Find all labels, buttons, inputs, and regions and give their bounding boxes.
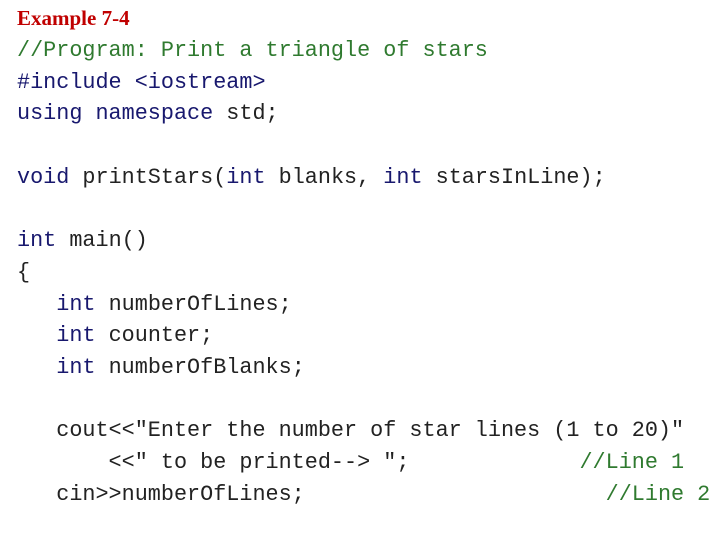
code-keyword: #include <iostream> <box>17 69 266 95</box>
code-text: numberOfLines; <box>108 291 292 317</box>
code-line: int numberOfBlanks; <box>17 352 710 384</box>
code-text: numberOfBlanks; <box>108 354 305 380</box>
code-text: blanks, <box>278 164 384 190</box>
code-line: int numberOfLines; <box>17 289 710 321</box>
code-keyword: int <box>56 354 109 380</box>
code-comment: //Program: Print a triangle of stars <box>17 38 488 63</box>
code-keyword: int <box>56 323 109 349</box>
code-listing: //Program: Print a triangle of stars #inc… <box>17 35 710 510</box>
code-keyword: void <box>17 164 83 190</box>
code-line: cout<<"Enter the number of star lines (1… <box>17 415 710 447</box>
code-line: #include <iostream> <box>17 67 710 99</box>
example-title: Example 7-4 <box>17 6 130 30</box>
code-comment: //Line 2 <box>605 481 711 507</box>
code-keyword: using namespace <box>17 101 227 127</box>
code-line: { <box>17 257 710 289</box>
code-line: void printStars(int blanks, int starsInL… <box>17 162 710 194</box>
code-line: //Program: Print a triangle of stars <box>17 35 710 67</box>
code-text: starsInLine); <box>435 164 606 190</box>
code-text: cin>>numberOfLines; <box>17 481 606 507</box>
code-keyword: int <box>56 291 109 317</box>
code-comment: //Line 1 <box>579 449 685 475</box>
code-keyword: int <box>383 164 436 190</box>
code-line: int main() <box>17 225 710 257</box>
code-line: using namespace std; <box>17 98 710 130</box>
code-text: <<" to be printed--> "; <box>17 449 580 475</box>
code-text: { <box>17 259 31 285</box>
code-text: printStars( <box>82 164 227 190</box>
code-keyword: int <box>17 228 70 254</box>
code-line: int counter; <box>17 320 710 352</box>
code-keyword: int <box>226 164 279 190</box>
code-line: cin>>numberOfLines; //Line 2 <box>17 479 710 511</box>
code-text: main() <box>69 228 148 254</box>
code-line: <<" to be printed--> "; //Line 1 <box>17 447 710 479</box>
code-text: std; <box>226 101 279 127</box>
code-text: cout<<"Enter the number of star lines (1… <box>17 418 685 444</box>
code-text: counter; <box>108 323 214 349</box>
